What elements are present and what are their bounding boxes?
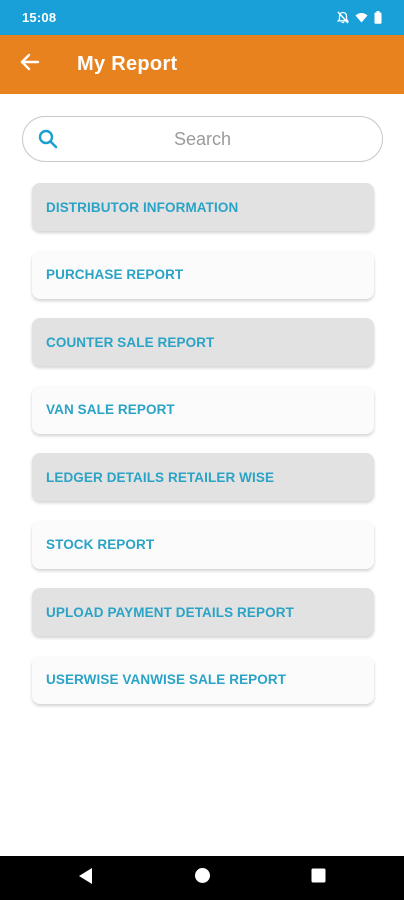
- report-item-upload-payment-details-report[interactable]: UPLOAD PAYMENT DETAILS REPORT: [32, 588, 374, 636]
- status-icons: [337, 11, 382, 24]
- home-circle-icon: [194, 867, 211, 889]
- report-item-label: USERWISE VANWISE SALE REPORT: [46, 672, 287, 687]
- report-item-van-sale-report[interactable]: VAN SALE REPORT: [32, 385, 374, 434]
- battery-icon: [374, 11, 382, 24]
- report-item-label: COUNTER SALE REPORT: [46, 334, 215, 350]
- report-item-purchase-report[interactable]: PURCHASE REPORT: [32, 250, 374, 299]
- notifications-off-icon: [337, 11, 349, 24]
- wifi-icon: [355, 12, 368, 23]
- report-item-label: STOCK REPORT: [46, 537, 155, 552]
- back-triangle-icon: [78, 867, 94, 890]
- back-button[interactable]: [0, 35, 60, 94]
- arrow-left-icon: [20, 53, 40, 76]
- report-item-label: LEDGER DETAILS RETAILER WISE: [46, 469, 275, 485]
- report-item-label: PURCHASE REPORT: [46, 267, 184, 282]
- report-item-ledger-details-retailer-wise[interactable]: LEDGER DETAILS RETAILER WISE: [32, 453, 374, 501]
- status-bar: 15:08: [0, 0, 404, 35]
- nav-back-button[interactable]: [28, 856, 144, 900]
- search-input[interactable]: [71, 117, 382, 161]
- search-box[interactable]: [22, 116, 383, 162]
- report-item-stock-report[interactable]: STOCK REPORT: [32, 520, 374, 569]
- page-title: My Report: [77, 53, 178, 75]
- report-item-distributor-information[interactable]: DISTRIBUTOR INFORMATION: [32, 183, 374, 231]
- search-icon[interactable]: [25, 116, 71, 162]
- report-item-userwise-vanwise-sale-report[interactable]: USERWISE VANWISE SALE REPORT: [32, 655, 374, 704]
- report-list: DISTRIBUTOR INFORMATION PURCHASE REPORT …: [32, 183, 374, 723]
- report-item-label: UPLOAD PAYMENT DETAILS REPORT: [46, 604, 294, 620]
- report-item-counter-sale-report[interactable]: COUNTER SALE REPORT: [32, 318, 374, 366]
- recents-square-icon: [311, 868, 326, 888]
- app-bar: My Report: [0, 35, 404, 94]
- nav-home-button[interactable]: [144, 856, 260, 900]
- status-time: 15:08: [22, 10, 57, 25]
- nav-recents-button[interactable]: [260, 856, 376, 900]
- system-nav-bar: [0, 856, 404, 900]
- report-item-label: VAN SALE REPORT: [46, 402, 175, 417]
- report-item-label: DISTRIBUTOR INFORMATION: [46, 199, 239, 215]
